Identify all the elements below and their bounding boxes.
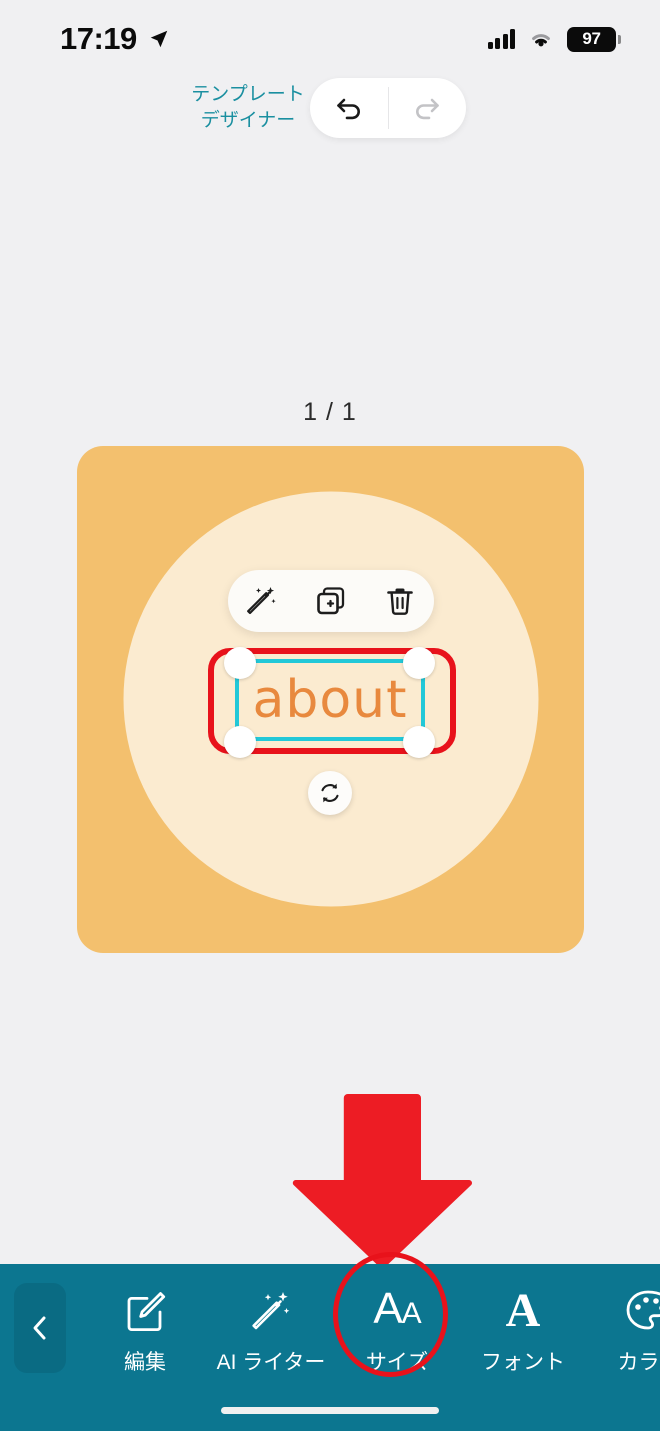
resize-handle-top-left[interactable] <box>224 647 256 679</box>
delete-button[interactable] <box>374 575 426 627</box>
trash-icon <box>386 588 413 615</box>
magic-wand-icon <box>247 587 276 615</box>
battery-level: 97 <box>582 29 601 48</box>
page-indicator: 1 / 1 <box>303 398 357 426</box>
cellular-bars-icon <box>487 29 515 49</box>
status-bar-left: 17:19 <box>60 21 170 57</box>
status-time: 17:19 <box>60 21 137 56</box>
edit-pencil-icon <box>122 1286 168 1336</box>
size-tool-highlight-annotation <box>333 1252 448 1377</box>
bottom-toolbar: 編集 AI ライター AA サイズ A フォント カラ <box>0 1264 660 1431</box>
duplicate-button[interactable] <box>305 575 357 627</box>
rotate-handle[interactable] <box>308 771 352 815</box>
font-icon: A <box>505 1284 541 1337</box>
app-header: テンプレート デザイナー <box>0 78 660 148</box>
undo-redo-divider <box>388 87 389 129</box>
magic-wand-button[interactable] <box>236 575 288 627</box>
chevron-left-icon <box>33 1316 46 1340</box>
battery-indicator: 97 <box>567 26 621 52</box>
status-bar: 17:19 97 <box>0 0 660 78</box>
wifi-icon <box>532 34 550 47</box>
resize-handle-bottom-right[interactable] <box>403 726 435 758</box>
tool-font[interactable]: A フォント <box>460 1276 586 1376</box>
palette-icon <box>625 1286 660 1336</box>
tool-label: AI ライター <box>216 1351 326 1374</box>
undo-icon <box>337 98 360 120</box>
redo-button[interactable] <box>388 78 466 138</box>
status-bar-right: 97 <box>487 26 621 52</box>
tool-ai-writer[interactable]: AI ライター <box>208 1276 334 1376</box>
tool-label: フォント <box>481 1351 565 1374</box>
tool-label: カラー <box>617 1351 660 1374</box>
tool-label: 編集 <box>124 1351 166 1374</box>
duplicate-icon <box>317 587 345 615</box>
home-indicator <box>221 1407 439 1414</box>
undo-redo-group <box>310 78 466 138</box>
undo-button[interactable] <box>310 78 388 138</box>
back-button[interactable] <box>14 1283 66 1373</box>
red-arrow-annotation <box>292 1094 472 1269</box>
rotate-icon <box>321 783 339 803</box>
element-action-toolbar <box>228 570 434 632</box>
tool-edit[interactable]: 編集 <box>82 1276 208 1376</box>
resize-handle-bottom-left[interactable] <box>224 726 256 758</box>
resize-handle-top-right[interactable] <box>403 647 435 679</box>
redo-icon <box>416 98 439 120</box>
magic-wand-icon <box>248 1286 294 1336</box>
tool-color[interactable]: カラー <box>586 1276 660 1376</box>
location-arrow-icon <box>150 30 168 48</box>
